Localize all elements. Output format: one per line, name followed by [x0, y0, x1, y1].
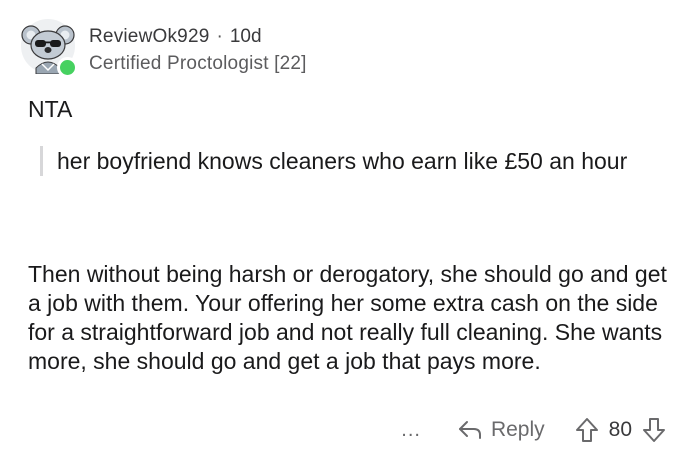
user-flair: Certified Proctologist [22] [89, 53, 307, 74]
comment-age: 10d [229, 26, 262, 47]
comment-paragraph-verdict: NTA [28, 96, 73, 122]
reply-button[interactable]: Reply [457, 418, 545, 442]
meta-separator: · [216, 26, 223, 47]
meta-line: ReviewOk929 · 10d [89, 27, 307, 46]
reply-label: Reply [490, 418, 545, 441]
comment-blockquote: her boyfriend knows cleaners who earn li… [40, 146, 677, 176]
comment-actions: ... Reply 80 [401, 414, 666, 446]
comment-header: ReviewOk929 · 10d Certified Proctologist… [20, 18, 307, 82]
online-status-icon [57, 57, 78, 78]
comment-paragraph-body: Then without being harsh or derogatory, … [28, 261, 667, 374]
more-options-icon[interactable]: ... [401, 420, 421, 440]
avatar[interactable] [20, 18, 78, 78]
upvote-arrow-icon[interactable] [575, 417, 599, 443]
comment-meta: ReviewOk929 · 10d Certified Proctologist… [89, 27, 307, 73]
vote-controls: 80 [575, 417, 666, 443]
reply-arrow-icon [458, 421, 481, 439]
comment: ReviewOk929 · 10d Certified Proctologist… [0, 0, 700, 456]
downvote-arrow-icon[interactable] [642, 417, 666, 443]
username-link[interactable]: ReviewOk929 [89, 27, 209, 46]
vote-count: 80 [608, 418, 632, 441]
